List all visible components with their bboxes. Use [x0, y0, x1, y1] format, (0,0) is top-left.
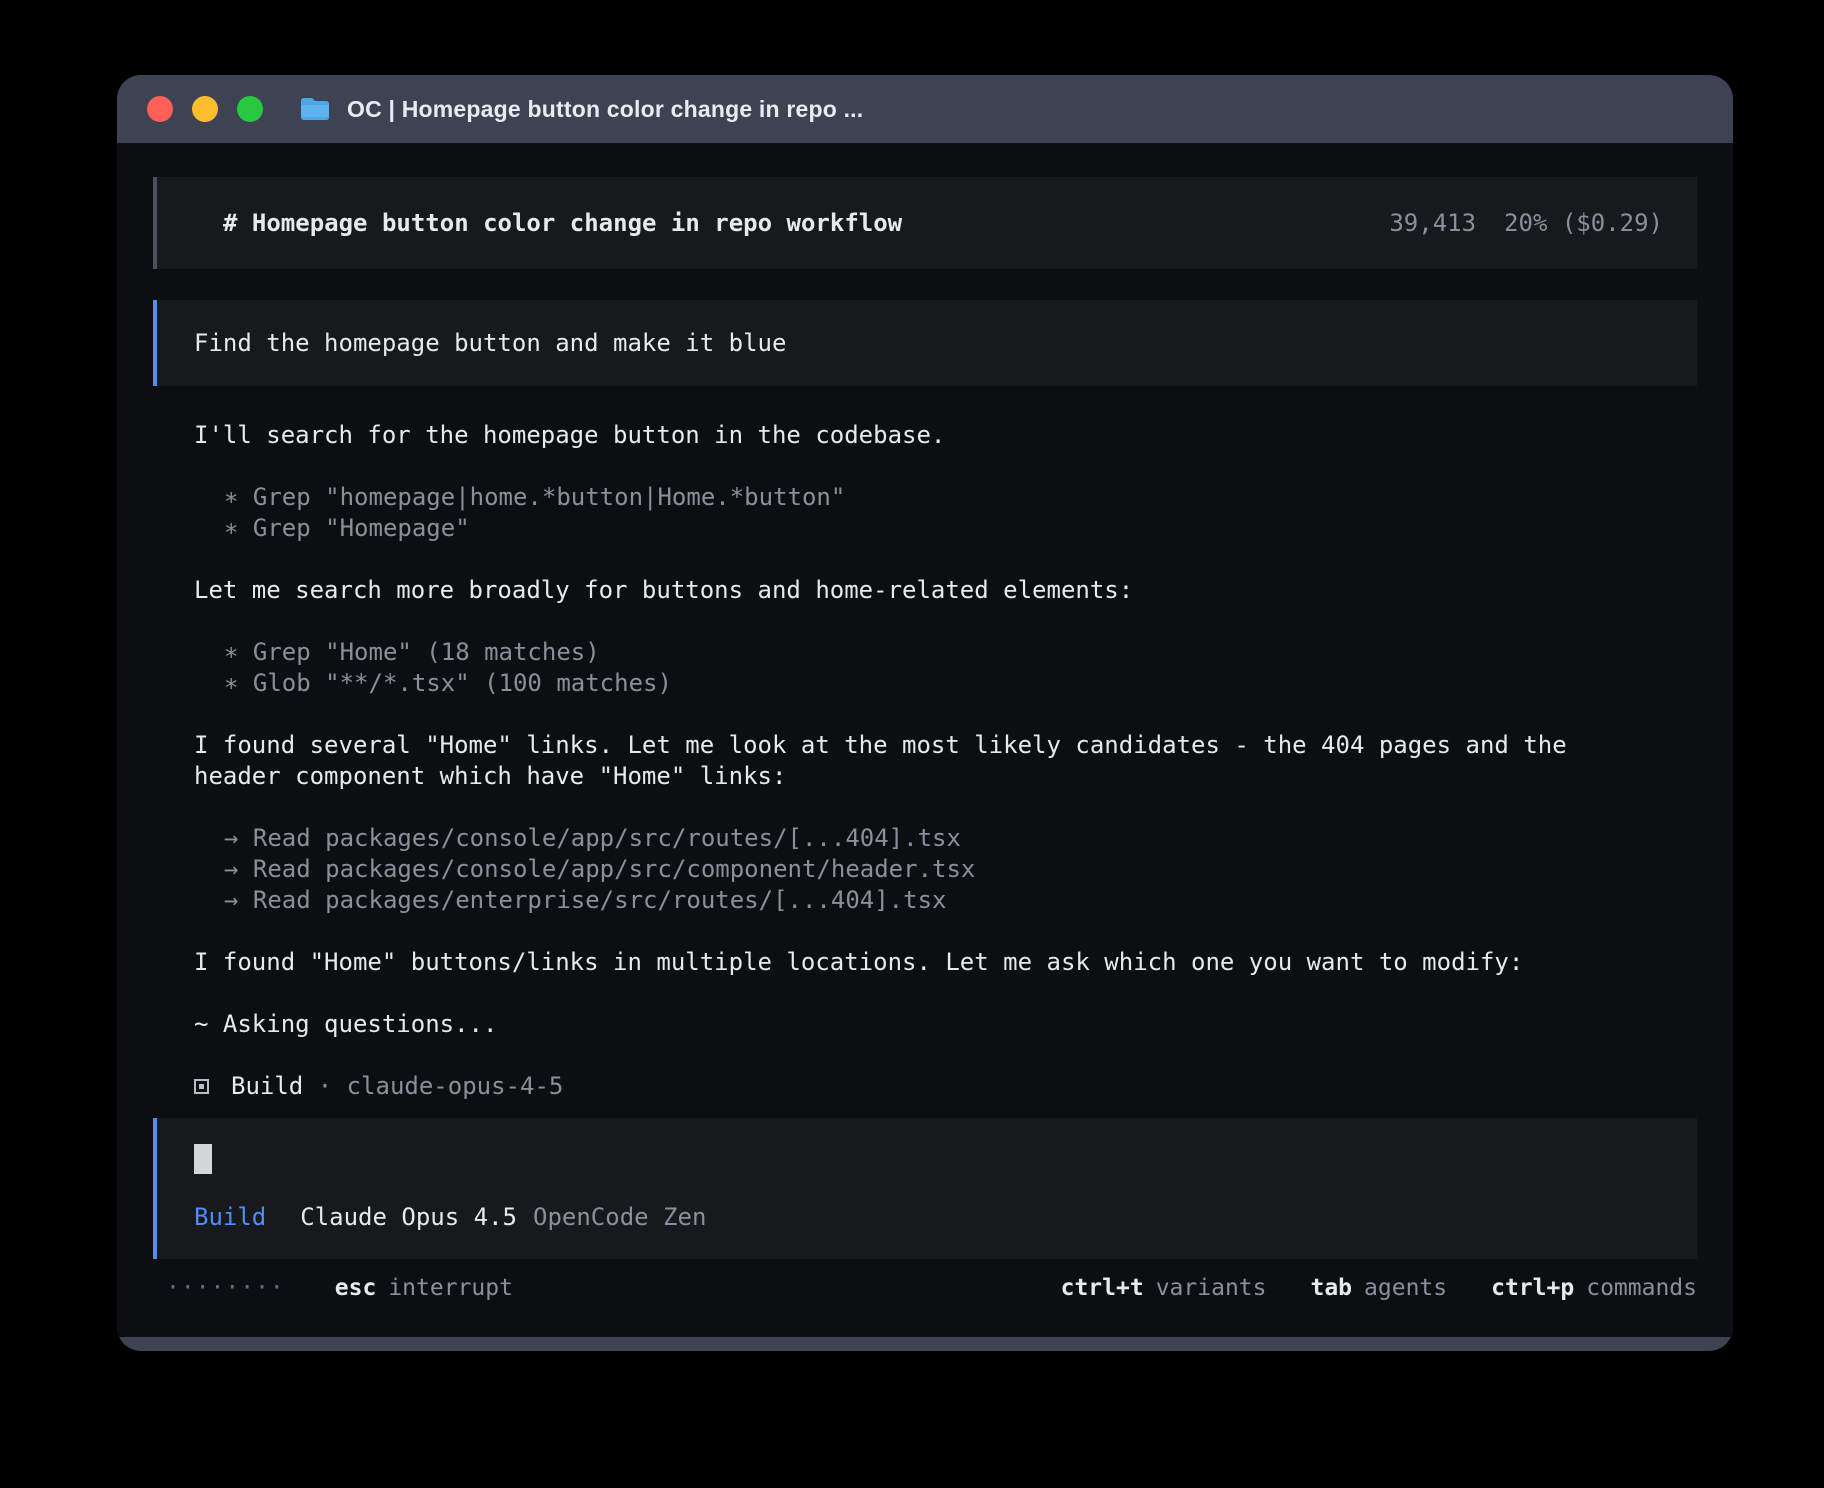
traffic-lights [135, 96, 263, 122]
shortcut-key: ctrl+t [1061, 1273, 1144, 1304]
status-bar: ········ esc interrupt ctrl+t variants tab… [153, 1273, 1697, 1304]
minimize-button[interactable] [192, 96, 218, 122]
status-shortcuts: ctrl+t variants tab agents ctrl+p commands [1061, 1273, 1697, 1304]
tool-call-line: ∗ Grep "homepage|home.*button|Home.*butt… [224, 482, 1697, 513]
window-titlebar[interactable]: OC | Homepage button color change in rep… [117, 75, 1733, 143]
session-title: # Homepage button color change in repo w… [223, 209, 902, 237]
blank-line [194, 699, 1697, 730]
terminal-window: OC | Homepage button color change in rep… [117, 75, 1733, 1351]
blank-line [194, 978, 1697, 1009]
spinner-dots: ········ [166, 1273, 285, 1304]
assistant-text-line: I found "Home" buttons/links in multiple… [194, 947, 1697, 978]
terminal-content: # Homepage button color change in repo w… [117, 143, 1733, 1337]
shortcut-label: variants [1156, 1273, 1267, 1304]
tool-call-line: → Read packages/console/app/src/componen… [224, 854, 1697, 885]
agent-status-line: Build · claude-opus-4-5 [194, 1071, 1697, 1102]
assistant-text-line: I'll search for the homepage button in t… [194, 420, 1697, 451]
shortcut-hint: ctrl+p commands [1491, 1273, 1697, 1304]
session-meta: 39,413 20% ($0.29) [1389, 209, 1663, 237]
tool-call-line: ∗ Grep "Home" (18 matches) [224, 637, 1697, 668]
blank-line [194, 1040, 1697, 1071]
shortcut-key: tab [1310, 1273, 1352, 1304]
agent-model: claude-opus-4-5 [347, 1071, 564, 1102]
input-meta: Build Claude Opus 4.5 OpenCode Zen [194, 1202, 1663, 1233]
agent-icon [194, 1079, 209, 1094]
agent-name: Build [231, 1071, 303, 1102]
agent-separator: · [303, 1071, 346, 1102]
interrupt-key: esc [335, 1273, 377, 1304]
zoom-button[interactable] [237, 96, 263, 122]
shortcut-label: commands [1586, 1273, 1697, 1304]
agent-mode: Build [194, 1202, 266, 1233]
assistant-text-line: Let me search more broadly for buttons a… [194, 575, 1697, 606]
tool-call-line: ∗ Grep "Homepage" [224, 513, 1697, 544]
provider-name: OpenCode Zen [533, 1202, 706, 1233]
transcript: I'll search for the homepage button in t… [194, 420, 1697, 1102]
prompt-input[interactable]: Build Claude Opus 4.5 OpenCode Zen [153, 1118, 1697, 1259]
shortcut-hint: tab agents [1310, 1273, 1447, 1304]
close-button[interactable] [147, 96, 173, 122]
assistant-text-line: ~ Asking questions... [194, 1009, 1697, 1040]
user-message-text: Find the homepage button and make it blu… [194, 329, 786, 357]
shortcut-label: agents [1364, 1273, 1447, 1304]
interrupt-hint: esc interrupt [335, 1273, 513, 1304]
assistant-text-line: I found several "Home" links. Let me loo… [194, 730, 1697, 792]
text-cursor [194, 1144, 212, 1174]
blank-line [194, 606, 1697, 637]
blank-line [194, 792, 1697, 823]
user-message: Find the homepage button and make it blu… [153, 300, 1697, 386]
window-title: OC | Homepage button color change in rep… [347, 96, 863, 123]
tool-call-line: ∗ Glob "**/*.tsx" (100 matches) [224, 668, 1697, 699]
status-left: ········ esc interrupt [166, 1273, 513, 1304]
interrupt-label: interrupt [388, 1273, 513, 1304]
model-name: Claude Opus 4.5 [300, 1202, 517, 1233]
blank-line [194, 544, 1697, 575]
shortcut-hint: ctrl+t variants [1061, 1273, 1267, 1304]
tool-call-line: → Read packages/enterprise/src/routes/[.… [224, 885, 1697, 916]
shortcut-key: ctrl+p [1491, 1273, 1574, 1304]
tool-call-line: → Read packages/console/app/src/routes/[… [224, 823, 1697, 854]
title-area: OC | Homepage button color change in rep… [299, 96, 863, 123]
blank-line [194, 916, 1697, 947]
context-cost: 20% ($0.29) [1504, 209, 1663, 237]
blank-line [194, 451, 1697, 482]
folder-icon [299, 96, 331, 122]
session-header: # Homepage button color change in repo w… [153, 177, 1697, 269]
token-count: 39,413 [1389, 209, 1476, 237]
